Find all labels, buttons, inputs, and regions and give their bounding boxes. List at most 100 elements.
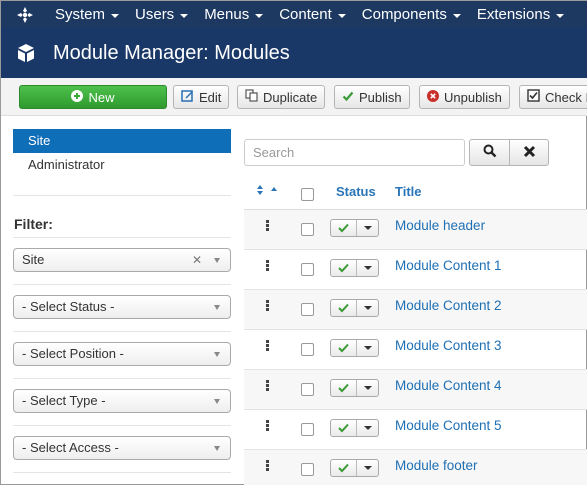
status-toggle[interactable] [330,339,379,357]
menu-components[interactable]: Components [362,6,461,23]
menu-users[interactable]: Users [135,6,189,23]
caret-down-icon [337,13,346,18]
filter-label: Filter: [14,216,53,232]
sidebar-divider [13,237,231,238]
select-all-checkbox[interactable] [301,188,314,201]
close-icon [523,145,536,161]
status-toggle[interactable] [330,219,379,237]
drag-handle-icon[interactable] [266,420,269,432]
row-checkbox[interactable] [301,423,314,436]
drag-handle-icon[interactable] [266,300,269,312]
check-icon[interactable] [331,220,357,236]
chevron-down-icon [214,352,220,357]
caret-down-icon[interactable] [357,300,378,316]
drag-handle-icon[interactable] [266,220,269,232]
checkin-button[interactable]: Check In [519,85,587,109]
clear-icon[interactable]: ✕ [192,249,202,271]
table-body: Module header Module Content 1 Module Cont… [244,210,587,485]
module-title-link[interactable]: Module Content 3 [395,338,502,353]
page-title: Module Manager: Modules [53,41,290,64]
sidebar-divider [13,378,231,379]
sort-icon[interactable] [256,184,278,199]
copy-icon [245,89,258,105]
times-circle-icon [427,89,439,105]
status-toggle[interactable] [330,459,379,477]
caret-down-icon[interactable] [357,460,378,476]
row-checkbox[interactable] [301,263,314,276]
new-button[interactable]: New [19,85,167,109]
module-title-link[interactable]: Module header [395,218,485,233]
status-toggle[interactable] [330,419,379,437]
module-title-link[interactable]: Module Content 1 [395,258,502,273]
chevron-down-icon [214,446,220,451]
menu-menus[interactable]: Menus [204,6,264,23]
sidebar-divider [13,195,231,196]
check-icon[interactable] [331,460,357,476]
edit-icon [181,89,194,105]
status-toggle[interactable] [330,299,379,317]
row-checkbox[interactable] [301,463,314,476]
publish-button[interactable]: Publish [334,85,410,109]
plus-circle-icon [71,89,84,105]
column-status[interactable]: Status [336,184,376,199]
status-toggle[interactable] [330,379,379,397]
top-navbar: System Users Menus Content Components Ex… [1,1,587,28]
check-icon[interactable] [331,340,357,356]
table-row: Module Content 5 [244,410,587,450]
table-row: Module Content 1 [244,250,587,290]
check-icon[interactable] [331,420,357,436]
module-title-link[interactable]: Module footer [395,458,478,473]
row-checkbox[interactable] [301,383,314,396]
drag-handle-icon[interactable] [266,460,269,472]
caret-down-icon[interactable] [357,420,378,436]
module-title-link[interactable]: Module Content 4 [395,378,502,393]
caret-down-icon[interactable] [357,340,378,356]
page-header: Module Manager: Modules [1,28,587,78]
drag-handle-icon[interactable] [266,380,269,392]
menu-system[interactable]: System [55,6,120,23]
column-title[interactable]: Title [395,184,422,199]
search-icon [483,144,497,161]
sidebar-divider [13,331,231,332]
table-header: Status Title [244,174,587,210]
menu-extensions[interactable]: Extensions [477,6,565,23]
check-icon[interactable] [331,380,357,396]
chevron-down-icon [214,258,220,263]
filter-client-select[interactable]: Site ✕ [13,248,231,272]
sidebar-item-site[interactable]: Site [13,129,231,153]
caret-down-icon[interactable] [357,220,378,236]
sidebar-divider [13,425,231,426]
module-title-link[interactable]: Module Content 5 [395,418,502,433]
unpublish-button[interactable]: Unpublish [419,85,510,109]
search-button[interactable] [469,139,510,166]
chevron-down-icon [214,305,220,310]
table-row: Module Content 2 [244,290,587,330]
caret-down-icon [556,13,565,18]
status-toggle[interactable] [330,259,379,277]
drag-handle-icon[interactable] [266,340,269,352]
row-checkbox[interactable] [301,223,314,236]
caret-down-icon [180,13,189,18]
row-checkbox[interactable] [301,343,314,356]
duplicate-button[interactable]: Duplicate [237,85,326,109]
check-icon[interactable] [331,300,357,316]
edit-button[interactable]: Edit [173,85,230,109]
row-checkbox[interactable] [301,303,314,316]
filter-status-select[interactable]: - Select Status - [13,295,231,319]
caret-down-icon[interactable] [357,380,378,396]
sidebar-item-administrator[interactable]: Administrator [13,153,231,177]
filter-type-select[interactable]: - Select Type - [13,389,231,413]
modules-table: Status Title Module header Module Content… [244,174,587,485]
joomla-logo-icon[interactable] [11,1,39,28]
check-icon[interactable] [331,260,357,276]
drag-handle-icon[interactable] [266,260,269,272]
filter-position-select[interactable]: - Select Position - [13,342,231,366]
module-title-link[interactable]: Module Content 2 [395,298,502,313]
search-input[interactable]: Search [244,139,465,166]
cube-icon [15,42,43,64]
clear-search-button[interactable] [509,139,549,166]
caret-down-icon [452,13,461,18]
menu-content[interactable]: Content [279,6,346,23]
filter-access-select[interactable]: - Select Access - [13,436,231,460]
caret-down-icon[interactable] [357,260,378,276]
